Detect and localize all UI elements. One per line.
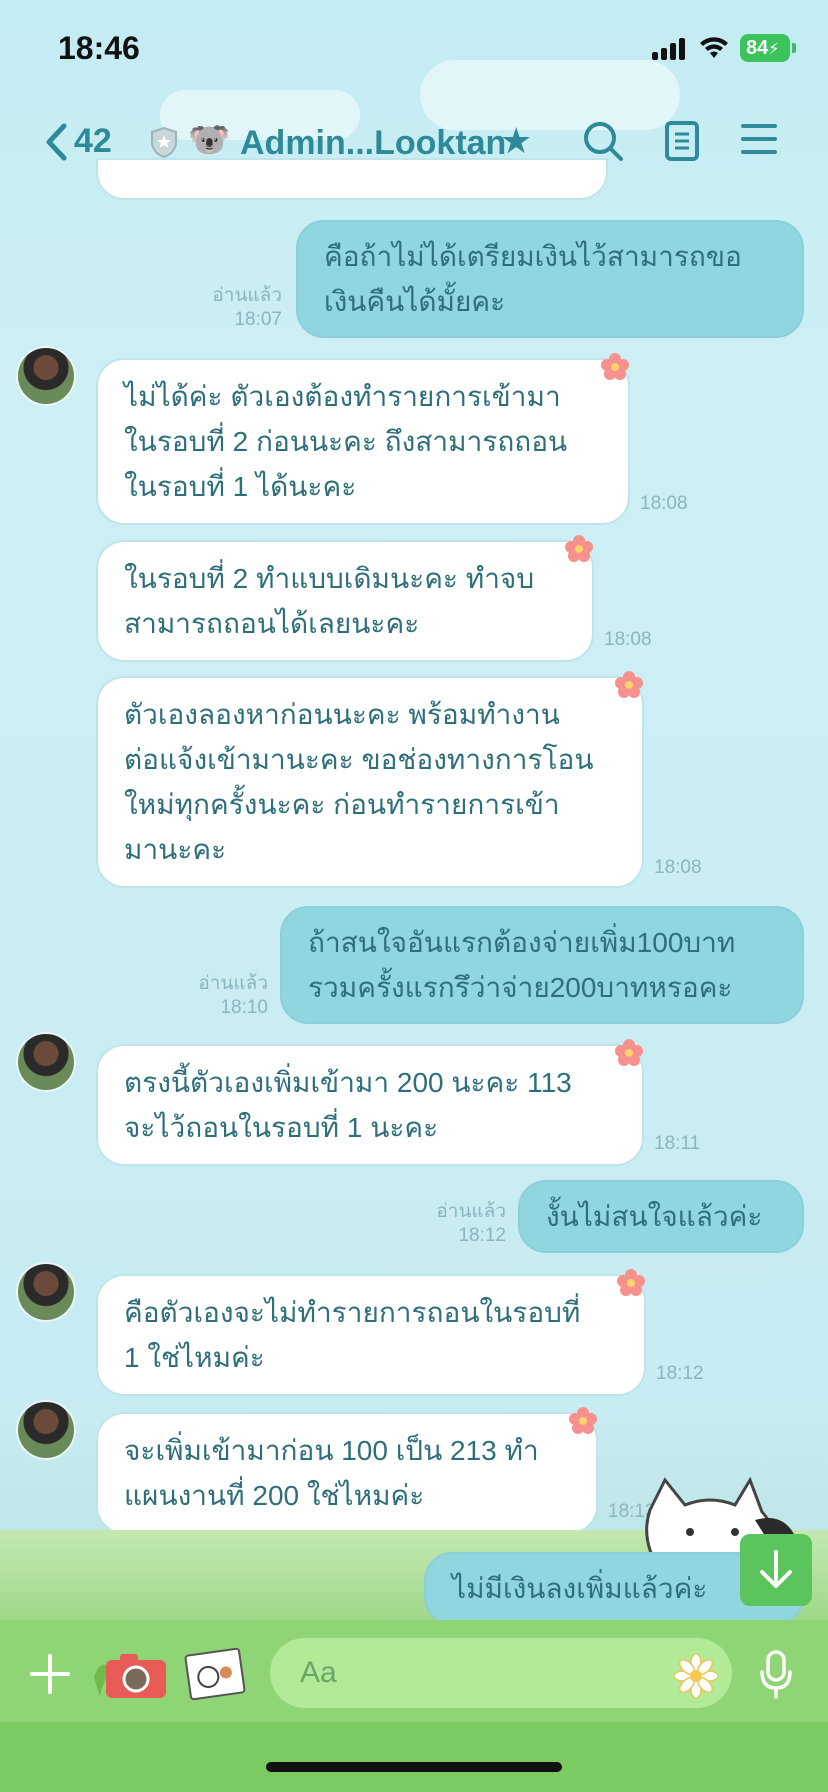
sender-avatar[interactable]	[16, 1032, 76, 1092]
message-time: 18:10	[220, 997, 268, 1018]
message-time: 18:08	[640, 493, 688, 514]
message-line: มานะคะ	[124, 834, 227, 865]
message-read-meta: อ่านแล้ว 18:10	[176, 972, 268, 1020]
message-line: แผนงานที่ 200 ใช่ไหมค่ะ	[124, 1480, 425, 1511]
message-line: 1 ใช่ไหมค่ะ	[124, 1342, 265, 1373]
message-bubble-in[interactable]: ในรอบที่ 2 ทำแบบเดิมนะคะ ทำจบ สามารถถอนไ…	[98, 542, 592, 660]
message-bubble-in[interactable]: จะเพิ่มเข้ามาก่อน 100 เป็น 213 ทำ แผนงาน…	[98, 1414, 596, 1532]
back-button[interactable]: 42	[44, 122, 112, 161]
sticker-button[interactable]	[673, 1653, 719, 1703]
message-line: คือถ้าไม่ได้เตรียมเงินไว้สามารถขอ	[324, 241, 742, 272]
message-read-meta: อ่านแล้ว 18:07	[190, 284, 282, 332]
message-line: ตรงนี้ตัวเองเพิ่มเข้ามา 200 นะคะ 113	[124, 1067, 572, 1098]
message-line: ต่อแจ้งเข้ามานะคะ ขอช่องทางการโอน	[124, 744, 594, 775]
message-bubble-in[interactable]: ไม่ได้ค่ะ ตัวเองต้องทำรายการเข้ามา ในรอบ…	[98, 360, 628, 523]
message-line: ถ้าสนใจอันแรกต้องจ่ายเพิ่ม100บาท	[308, 927, 736, 958]
microphone-icon	[760, 1650, 792, 1699]
wifi-icon	[698, 34, 730, 65]
chevron-left-icon	[46, 123, 67, 160]
message-bubble-in[interactable]: ตรงนี้ตัวเองเพิ่มเข้ามา 200 นะคะ 113 จะไ…	[98, 1046, 642, 1164]
sender-avatar[interactable]	[16, 346, 76, 406]
notes-icon	[665, 121, 699, 161]
unread-count: 42	[74, 122, 112, 160]
message-line: ไม่มีเงินลงเพิ่มแล้วค่ะ	[452, 1573, 708, 1604]
arrow-down-icon	[760, 1550, 792, 1588]
message-read-meta: อ่านแล้ว 18:12	[414, 1200, 506, 1248]
message-line: คือตัวเองจะไม่ทำรายการถอนในรอบที่	[124, 1297, 581, 1328]
message-line: ในรอบที่ 2 ก่อนนะคะ ถึงสามารถถอน	[124, 426, 568, 457]
koala-emoji-icon: 🐨	[188, 121, 231, 159]
message-line: ในรอบที่ 2 ทำแบบเดิมนะคะ ทำจบ	[124, 563, 535, 594]
favorite-star-icon[interactable]: ★	[500, 120, 532, 162]
message-line: ใหม่ทุกครั้งนะคะ ก่อนทำรายการเข้า	[124, 789, 560, 820]
message-line: งั้นไม่สนใจแล้วค่ะ	[546, 1201, 763, 1232]
message-time: 18:12	[656, 1363, 704, 1384]
status-bar: 18:46 84⚡	[0, 0, 828, 100]
message-bubble-out[interactable]: ถ้าสนใจอันแรกต้องจ่ายเพิ่ม100บาท รวมครั้…	[282, 908, 802, 1022]
flower-sticker-icon	[565, 535, 593, 562]
read-receipt: อ่านแล้ว	[212, 285, 282, 306]
message-line: รวมครั้งแรกรึว่าจ่าย200บาทหรอคะ	[308, 972, 733, 1003]
partial-message-bubble	[98, 160, 606, 198]
home-indicator[interactable]	[266, 1762, 562, 1772]
message-line: เงินคืนได้มั้ยคะ	[324, 286, 506, 317]
message-line: ไม่ได้ค่ะ ตัวเองต้องทำรายการเข้ามา	[124, 381, 561, 412]
menu-button[interactable]	[740, 120, 778, 163]
message-bubble-in[interactable]: คือตัวเองจะไม่ทำรายการถอนในรอบที่ 1 ใช่ไ…	[98, 1276, 644, 1394]
home-indicator-area	[0, 1722, 828, 1792]
sender-avatar[interactable]	[16, 1400, 76, 1460]
camera-icon	[94, 1654, 166, 1698]
message-time: 18:11	[654, 1133, 701, 1154]
gallery-button[interactable]	[182, 1646, 248, 1707]
photo-gallery-icon	[184, 1647, 246, 1701]
flower-sticker-icon	[615, 671, 643, 698]
message-bubble-in[interactable]: ตัวเองลองหาก่อนนะคะ พร้อมทำงาน ต่อแจ้งเข…	[98, 678, 642, 886]
message-time: 18:12	[458, 1225, 506, 1246]
shield-icon	[150, 126, 178, 163]
message-input[interactable]: Aa	[270, 1638, 732, 1708]
message-line: สามารถถอนได้เลยนะคะ	[124, 608, 420, 639]
plus-icon	[30, 1654, 70, 1694]
message-time: 18:08	[604, 629, 652, 650]
flower-sticker-icon	[569, 1407, 597, 1434]
chat-title[interactable]: Admin...Looktan	[240, 124, 506, 163]
hamburger-menu-icon	[741, 124, 777, 154]
flower-sticker-icon	[615, 1039, 643, 1066]
flower-sticker-icon	[617, 1269, 645, 1296]
camera-button[interactable]	[94, 1648, 170, 1705]
message-bubble-out[interactable]: คือถ้าไม่ได้เตรียมเงินไว้สามารถขอ เงินคื…	[298, 222, 802, 336]
notes-button[interactable]	[664, 120, 700, 167]
scroll-to-bottom-button[interactable]	[740, 1534, 812, 1606]
search-icon	[584, 122, 623, 161]
battery-icon: 84⚡	[740, 34, 796, 62]
message-line: ในรอบที่ 1 ได้นะคะ	[124, 471, 357, 502]
message-line: ตัวเองลองหาก่อนนะคะ พร้อมทำงาน	[124, 699, 560, 730]
message-line: จะเพิ่มเข้ามาก่อน 100 เป็น 213 ทำ	[124, 1435, 539, 1466]
message-time: 18:08	[654, 857, 702, 878]
message-time: 18:07	[234, 309, 282, 330]
battery-level: 84	[746, 37, 769, 59]
read-receipt: อ่านแล้ว	[198, 973, 268, 994]
flower-emoji-icon	[673, 1653, 719, 1699]
message-bubble-out[interactable]: งั้นไม่สนใจแล้วค่ะ	[520, 1182, 802, 1251]
voice-button[interactable]	[758, 1650, 794, 1705]
signal-icon	[652, 38, 688, 60]
flower-sticker-icon	[601, 353, 629, 380]
message-input-placeholder: Aa	[300, 1656, 337, 1689]
add-button[interactable]	[28, 1652, 72, 1701]
sender-avatar[interactable]	[16, 1262, 76, 1322]
message-line: จะไว้ถอนในรอบที่ 1 นะคะ	[124, 1112, 439, 1143]
status-time: 18:46	[58, 30, 140, 66]
read-receipt: อ่านแล้ว	[436, 1201, 506, 1222]
